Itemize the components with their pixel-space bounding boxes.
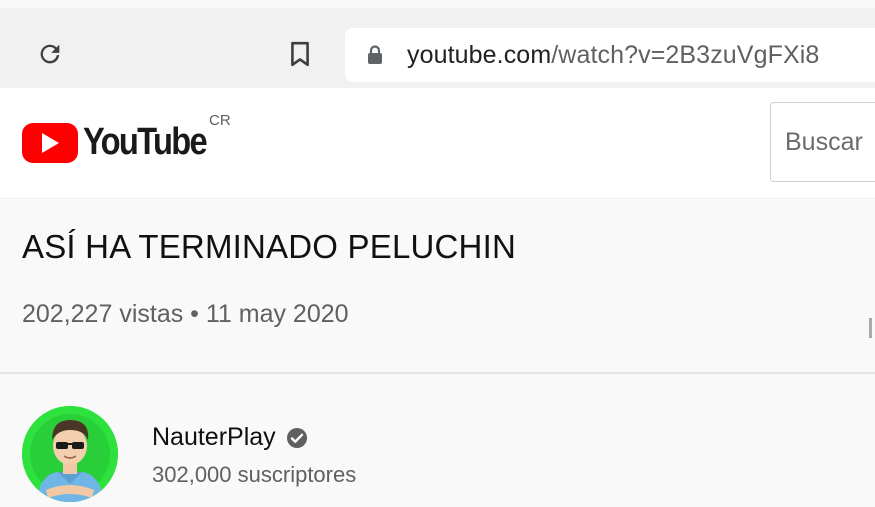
video-title: ASÍ HA TERMINADO PELUCHIN (22, 228, 516, 265)
verified-check-icon (286, 426, 310, 450)
url-path: /watch?v=2B3zuVgFXi8 (551, 40, 820, 69)
browser-toolbar: youtube.com/watch?v=2B3zuVgFXi8 (0, 8, 875, 88)
url-domain: youtube.com (407, 40, 552, 69)
youtube-header: YouTube CR Buscar (0, 88, 875, 199)
video-meta: 202,227 vistas • 11 may 2020 (22, 300, 349, 328)
avatar[interactable] (22, 406, 118, 502)
url-text[interactable]: youtube.com/watch?v=2B3zuVgFXi8 (407, 41, 819, 70)
country-code: CR (209, 112, 231, 129)
address-bar[interactable]: youtube.com/watch?v=2B3zuVgFXi8 (345, 28, 875, 82)
bookmark-icon[interactable] (282, 36, 318, 72)
lock-icon (367, 44, 387, 66)
search-input[interactable]: Buscar (770, 102, 875, 182)
logo-wordmark: YouTube (83, 121, 208, 163)
youtube-logo[interactable]: YouTube (22, 121, 226, 164)
channel-name[interactable]: NauterPlay (152, 423, 310, 452)
divider (0, 372, 875, 374)
youtube-play-icon (22, 122, 78, 163)
channel-name-label: NauterPlay (152, 423, 276, 451)
subscriber-count: 302,000 suscriptores (152, 462, 357, 487)
search-placeholder: Buscar (785, 127, 863, 156)
edge-button-fragment[interactable] (869, 318, 872, 338)
reload-icon[interactable] (32, 36, 68, 72)
